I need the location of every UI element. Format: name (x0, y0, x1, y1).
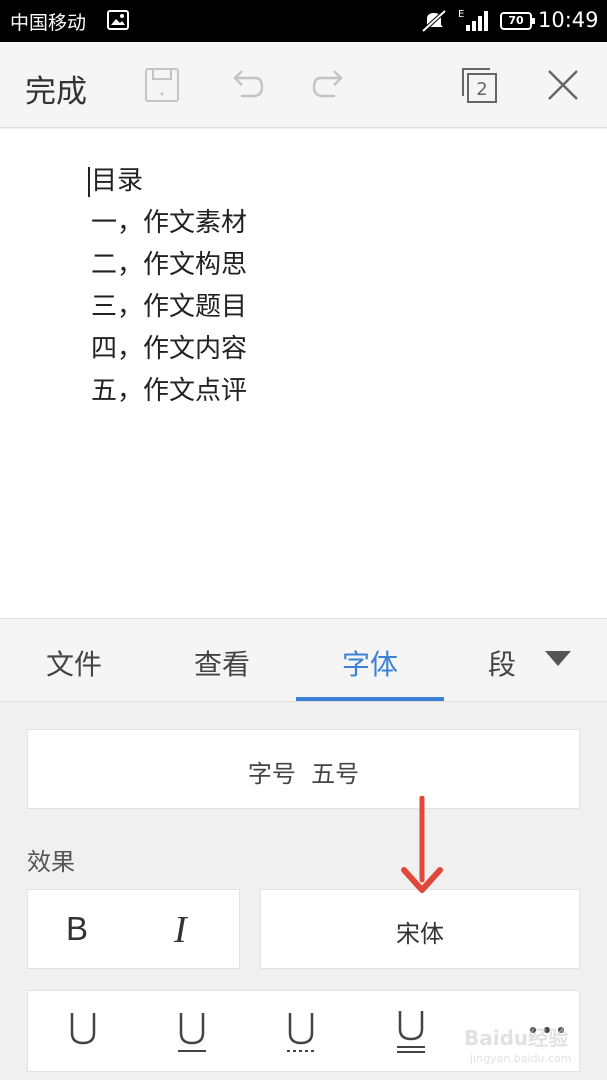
tab-font[interactable]: 字体 (296, 643, 444, 683)
font-family-label: 宋体 (396, 920, 444, 948)
battery-icon: 70 (500, 12, 535, 30)
expand-tabs-icon[interactable] (545, 651, 571, 666)
status-bar: 中国移动 E 70 10:49 (0, 0, 607, 42)
windows-count: 2 (476, 79, 487, 100)
font-size-label: 字号 五号 (247, 760, 360, 788)
underline-dotted-icon[interactable] (284, 1009, 318, 1055)
undo-icon[interactable] (227, 68, 265, 102)
editor-toolbar: 完成 2 (0, 42, 607, 128)
bold-italic-group: B I (27, 889, 240, 969)
doc-line[interactable]: 二，作文构思 (91, 247, 247, 289)
tab-file[interactable]: 文件 (0, 643, 148, 683)
network-type: E (458, 9, 464, 20)
watermark-brand: Baidu经验 (464, 1026, 569, 1050)
annotation-arrow-icon (401, 796, 443, 893)
doc-line[interactable]: 五，作文点评 (91, 373, 247, 415)
doc-line[interactable]: 一，作文素材 (91, 205, 247, 247)
image-notification-icon (107, 10, 129, 30)
clock: 10:49 (538, 8, 599, 32)
underline-single-icon[interactable] (175, 1009, 209, 1055)
doc-line[interactable]: 三，作文题目 (91, 289, 247, 331)
document-canvas[interactable]: 目录 一，作文素材 二，作文构思 三，作文题目 四，作文内容 五，作文点评 (0, 129, 607, 618)
signal-icon: E (458, 9, 488, 31)
watermark-url: jingyan.baidu.com (470, 1052, 572, 1065)
tab-view[interactable]: 查看 (148, 643, 296, 683)
font-family-button[interactable]: 宋体 (260, 889, 580, 969)
doc-line[interactable]: 目录 (91, 163, 247, 205)
text-cursor (88, 167, 90, 197)
mute-icon (421, 9, 447, 33)
underline-double-icon[interactable] (394, 1009, 428, 1055)
doc-line[interactable]: 四，作文内容 (91, 331, 247, 373)
close-icon[interactable] (545, 67, 581, 103)
effects-heading: 效果 (27, 848, 75, 876)
bold-button[interactable]: B (66, 910, 88, 948)
document-text[interactable]: 目录 一，作文素材 二，作文构思 三，作文题目 四，作文内容 五，作文点评 (88, 163, 247, 415)
font-size-button[interactable]: 字号 五号 (27, 729, 580, 809)
italic-button[interactable]: I (174, 908, 187, 952)
redo-icon[interactable] (311, 68, 349, 102)
save-icon[interactable] (144, 67, 180, 103)
windows-icon[interactable]: 2 (460, 66, 498, 104)
ribbon-tabs: 文件 查看 字体 段 (0, 618, 607, 702)
underline-none-icon[interactable] (66, 1009, 100, 1055)
carrier-name: 中国移动 (10, 12, 87, 34)
active-tab-indicator (296, 697, 444, 701)
baidu-watermark: Baidu经验 jingyan.baidu.com (464, 1022, 584, 1070)
done-button[interactable]: 完成 (25, 66, 87, 111)
